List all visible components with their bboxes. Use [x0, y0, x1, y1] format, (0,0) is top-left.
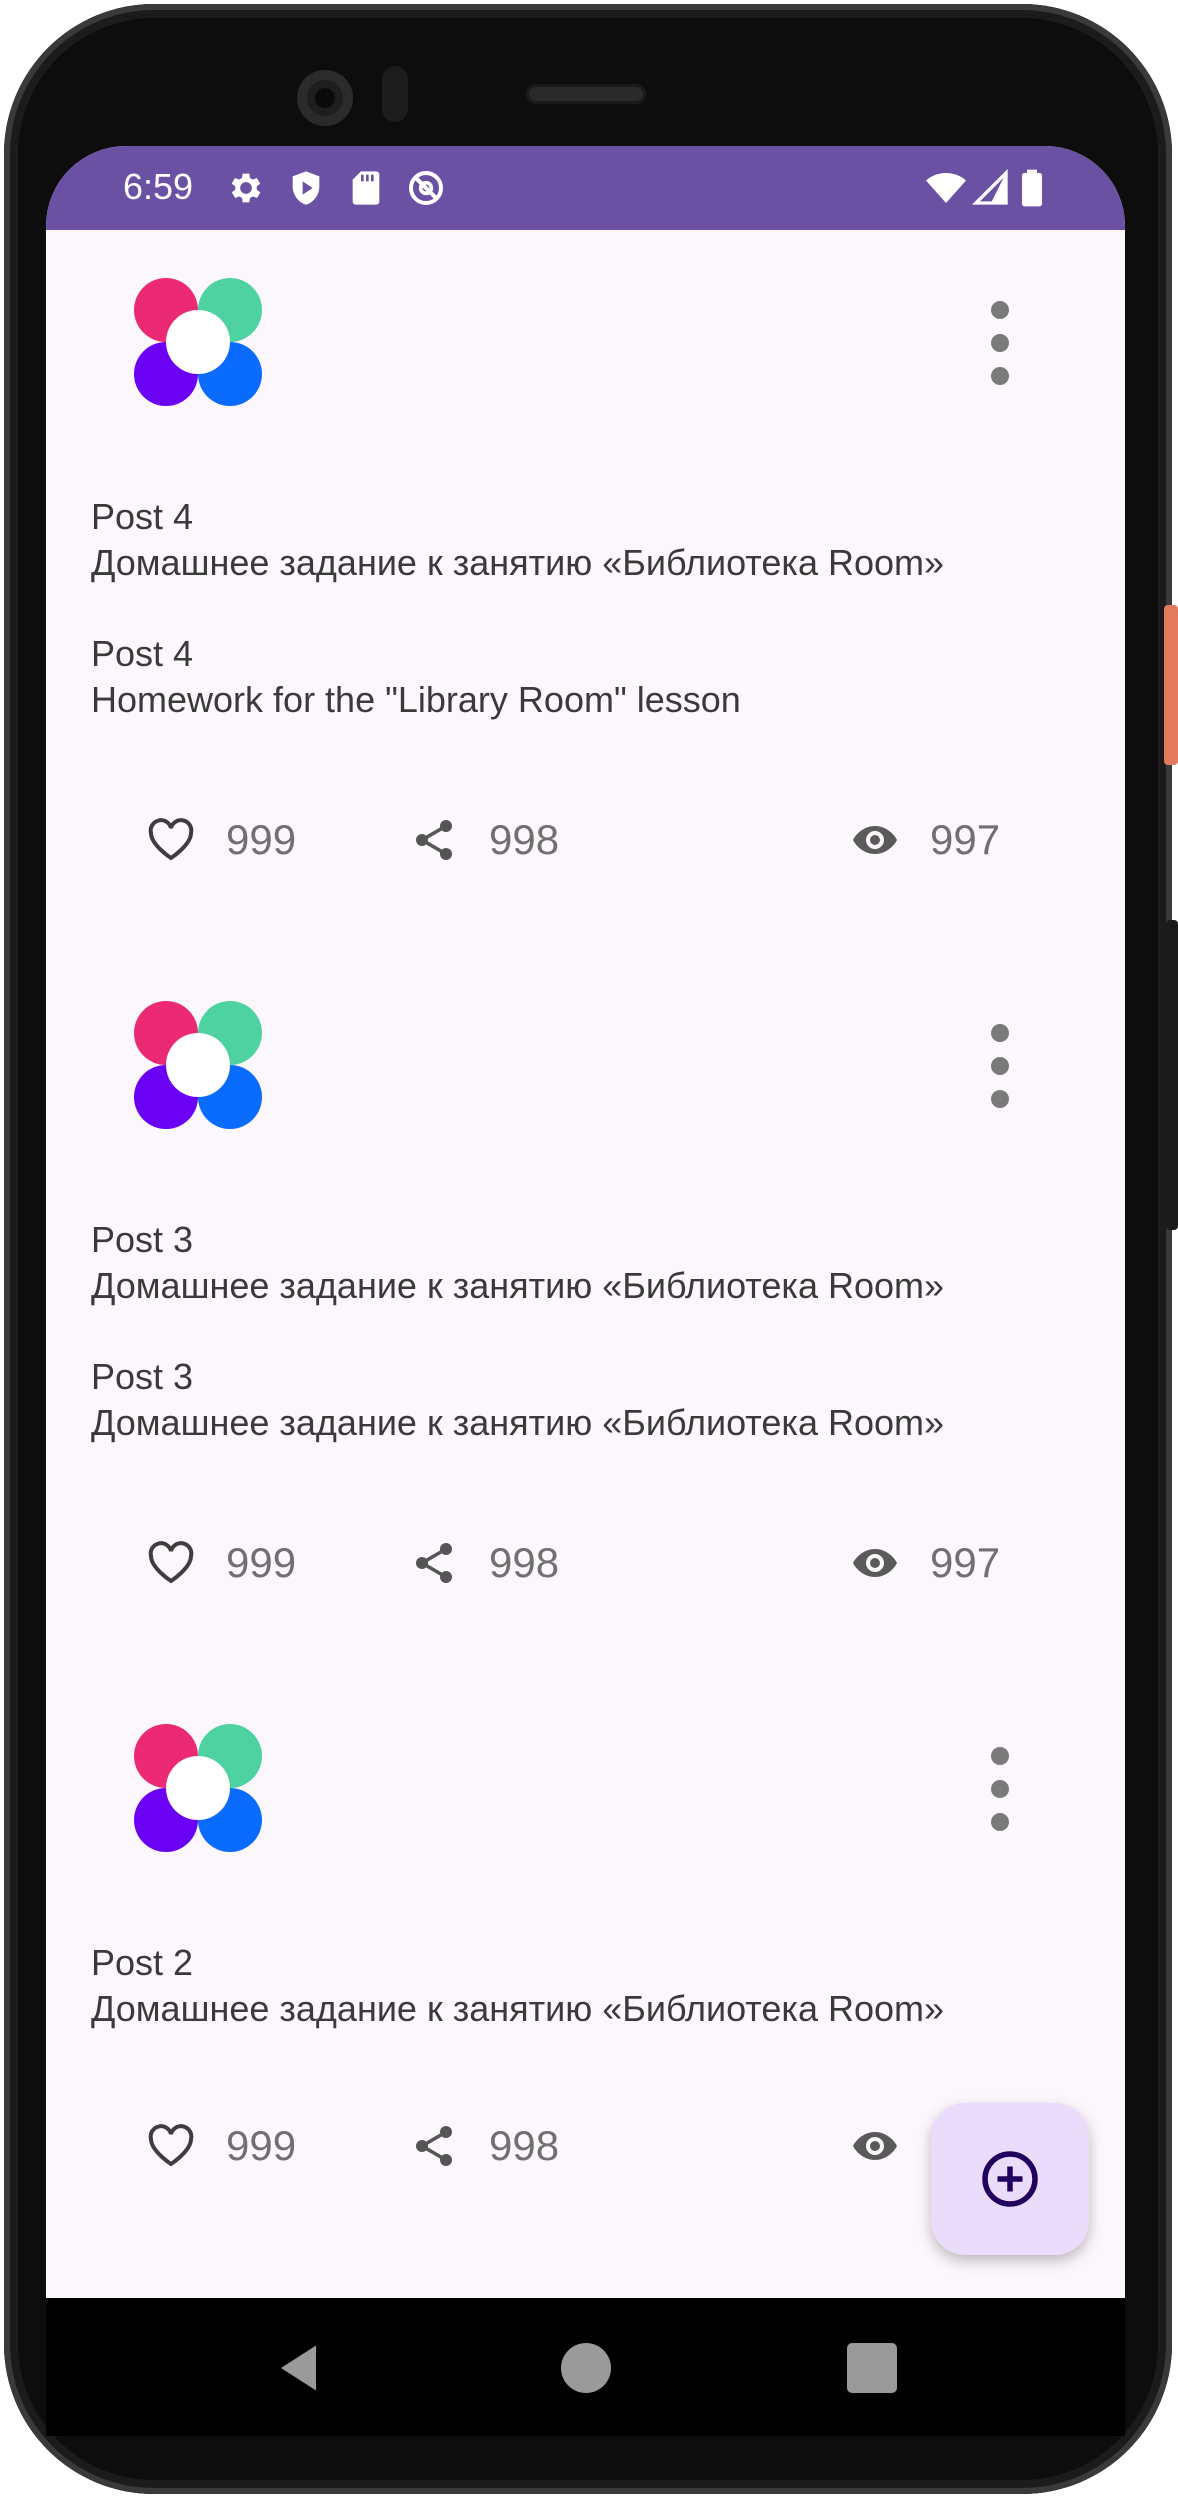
post-text-line: Домашнее задание к занятию «Библиотека R…	[91, 1988, 945, 2029]
volume-button	[1166, 920, 1178, 1230]
post-text-line: Post 4	[91, 496, 194, 537]
post-card: Post 3 Домашнее задание к занятию «Библи…	[46, 953, 1125, 1653]
share-count: 998	[489, 1539, 560, 1586]
add-post-fab[interactable]	[931, 2103, 1089, 2255]
home-icon[interactable]	[556, 2338, 616, 2398]
gear-icon	[226, 168, 266, 208]
share-icon	[416, 820, 452, 860]
post-text-line: Homework for the "Library Room" lesson	[91, 679, 741, 720]
status-time: 6:59	[123, 166, 194, 207]
front-camera	[297, 70, 353, 126]
post-text-line: Домашнее задание к занятию «Библиотека R…	[91, 1265, 945, 1306]
add-circle-icon	[982, 2151, 1038, 2207]
back-icon[interactable]	[271, 2338, 331, 2398]
power-button	[1164, 605, 1178, 765]
app-logo-icon	[128, 272, 268, 412]
more-options-icon[interactable]	[986, 1744, 1014, 1834]
sd-card-icon	[346, 168, 386, 208]
earpiece-speaker	[526, 84, 646, 104]
app-logo-icon	[128, 995, 268, 1135]
post-text-line: Домашнее задание к занятию «Библиотека R…	[91, 1402, 945, 1443]
post-text-line: Post 3	[91, 1356, 194, 1397]
eye-icon	[853, 2132, 897, 2160]
eye-icon	[853, 826, 897, 854]
wifi-icon	[926, 168, 966, 208]
post-text-line: Домашнее задание к занятию «Библиотека R…	[91, 542, 945, 583]
no-sync-icon	[406, 168, 446, 208]
views-count: 997	[930, 816, 1001, 863]
more-options-icon[interactable]	[986, 1021, 1014, 1111]
like-count: 999	[226, 816, 297, 863]
share-icon	[416, 2126, 452, 2166]
cellular-signal-icon	[971, 168, 1011, 208]
share-icon	[416, 1543, 452, 1583]
views-count: 997	[930, 1539, 1001, 1586]
more-options-icon[interactable]	[986, 298, 1014, 388]
app-logo-icon	[128, 1718, 268, 1858]
post-text-line: Post 4	[91, 633, 194, 674]
share-count: 998	[489, 2122, 560, 2169]
post-text-line: Post 2	[91, 1942, 194, 1983]
system-navigation-bar	[46, 2298, 1125, 2436]
status-bar: 6:59	[46, 146, 1125, 230]
like-count: 999	[226, 2122, 297, 2169]
like-count: 999	[226, 1539, 297, 1586]
app-screen: 6:59 Post 4 Домашнее задание к занятию «…	[46, 146, 1125, 2436]
heart-icon	[148, 1541, 194, 1584]
post-text-line: Post 3	[91, 1219, 194, 1260]
battery-icon	[1012, 168, 1052, 208]
proximity-sensor	[382, 66, 408, 122]
recents-icon[interactable]	[842, 2338, 902, 2398]
eye-icon	[853, 1549, 897, 1577]
post-card: Post 4 Домашнее задание к занятию «Библи…	[46, 230, 1125, 930]
shield-icon	[286, 168, 326, 208]
heart-icon	[148, 818, 194, 861]
post-card: Post 2 Домашнее задание к занятию «Библи…	[46, 1676, 1125, 2376]
share-count: 998	[489, 816, 560, 863]
heart-icon	[148, 2124, 194, 2167]
